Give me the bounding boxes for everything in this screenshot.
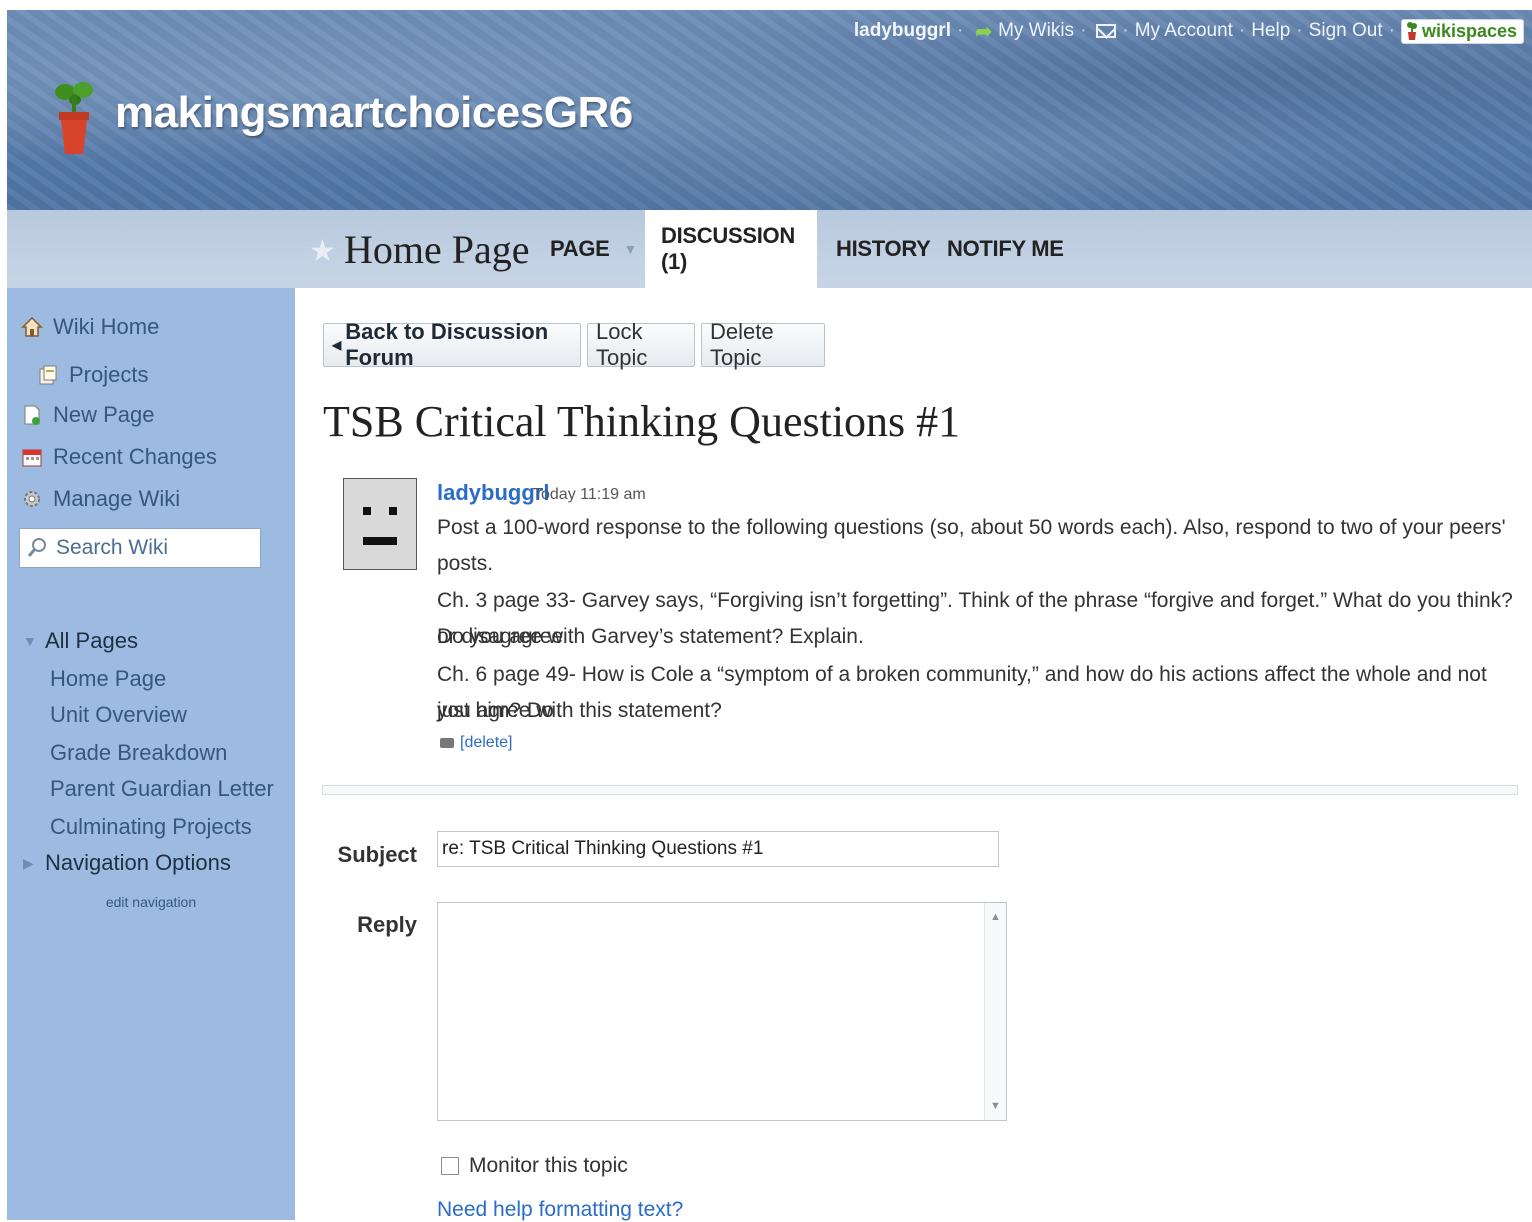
sidebar-item-recent-changes[interactable]: Recent Changes	[21, 444, 217, 470]
post-text-line: Post a 100-word response to the followin…	[437, 516, 1506, 575]
page-tab-bar: ★ Home Page PAGE ▼ DISCUSSION (1) HISTOR…	[7, 210, 1532, 288]
subject-field[interactable]	[437, 831, 999, 867]
post-text-line: or disagree with Garvey’s statement? Exp…	[437, 625, 864, 648]
topic-title: TSB Critical Thinking Questions #1	[323, 397, 961, 446]
triangle-down-icon: ▼	[23, 633, 37, 649]
separator: ·	[1296, 20, 1303, 41]
wikispaces-brand: wikispaces	[1421, 20, 1517, 41]
search-input[interactable]: Search Wiki	[19, 528, 261, 568]
sidebar-item-label: Projects	[69, 362, 149, 387]
sidebar-page-link[interactable]: Unit Overview	[50, 702, 187, 728]
back-to-forum-button[interactable]: ◀ Back to Discussion Forum	[323, 319, 581, 370]
star-icon[interactable]: ★	[309, 234, 336, 269]
post-delete-link[interactable]: [delete]	[460, 734, 512, 752]
page-title: Home Page	[344, 227, 530, 272]
reply-label: Reply	[357, 912, 417, 937]
sidebar-item-label: Recent Changes	[53, 444, 217, 469]
tab-page[interactable]: PAGE ▼	[534, 210, 653, 288]
monitor-topic-label: Monitor this topic	[469, 1154, 628, 1177]
separator: ·	[956, 20, 964, 41]
sidebar: Wiki Home Projects New Page Recent Chang…	[7, 288, 295, 1220]
sign-out-link[interactable]: Sign Out	[1309, 20, 1383, 42]
tab-notify-label: NOTIFY ME	[947, 236, 1064, 261]
search-placeholder: Search Wiki	[56, 536, 169, 559]
plant-icon	[1406, 22, 1417, 40]
site-header: ladybuggrl · ➦ My Wikis · · My Account ·…	[7, 10, 1532, 210]
separator: ·	[1238, 20, 1246, 41]
separator: ·	[1388, 20, 1395, 41]
caret-left-icon: ◀	[332, 338, 342, 352]
post-delete-row: [delete]	[440, 734, 512, 752]
delete-button-label: Delete Topic	[710, 319, 774, 370]
avatar-mouth	[363, 537, 397, 545]
site-plant-logo-icon	[55, 82, 93, 154]
tab-discussion-label: DISCUSSION (1)	[661, 223, 795, 274]
projects-icon	[37, 364, 59, 386]
sidebar-item-manage-wiki[interactable]: Manage Wiki	[21, 486, 180, 512]
my-account-link[interactable]: My Account	[1135, 20, 1233, 42]
monitor-topic-checkbox[interactable]	[441, 1157, 459, 1175]
sidebar-item-new-page[interactable]: New Page	[21, 402, 155, 428]
tab-history[interactable]: HISTORY	[820, 210, 946, 288]
help-link[interactable]: Help	[1251, 20, 1290, 42]
separator: ·	[1080, 20, 1087, 41]
sidebar-item-label: Manage Wiki	[53, 486, 181, 511]
triangle-right-icon: ▶	[23, 854, 34, 871]
sidebar-page-link[interactable]: Home Page	[50, 666, 166, 692]
search-icon	[27, 538, 46, 557]
divider	[322, 785, 1518, 795]
new-page-icon	[21, 404, 43, 426]
home-icon	[21, 316, 43, 338]
top-links: ladybuggrl · ➦ My Wikis · · My Account ·…	[854, 16, 1524, 46]
sidebar-page-link[interactable]: Parent Guardian Letter	[50, 776, 274, 802]
wikispaces-logo[interactable]: wikispaces	[1400, 18, 1524, 44]
edit-navigation-link[interactable]: edit navigation	[7, 894, 295, 910]
post-text-line: you agree with this statement?	[437, 699, 722, 722]
lock-topic-button[interactable]: Lock Topic	[587, 319, 695, 370]
sidebar-item-label: New Page	[53, 402, 155, 427]
calendar-icon	[21, 446, 43, 468]
avatar-eye	[363, 507, 371, 515]
sidebar-item-label: Wiki Home	[53, 314, 160, 339]
scroll-down-icon[interactable]: ▼	[990, 1100, 1001, 1112]
monitor-topic-row: Monitor this topic	[441, 1154, 628, 1178]
post-timestamp: Today 11:19 am	[533, 486, 646, 503]
lock-button-label: Lock Topic	[596, 319, 648, 370]
my-wikis-arrow-icon: ➦	[975, 20, 993, 43]
chevron-down-icon: ▼	[623, 241, 638, 257]
sidebar-item-wiki-home[interactable]: Wiki Home	[21, 314, 159, 340]
sidebar-page-link[interactable]: Culminating Projects	[50, 814, 252, 840]
navigation-options-toggle[interactable]: ▶ Navigation Options	[23, 850, 231, 876]
tab-page-label: PAGE	[550, 236, 610, 261]
my-wikis-link[interactable]: My Wikis	[998, 20, 1074, 42]
mail-icon[interactable]	[1096, 24, 1117, 38]
link-icon	[440, 738, 454, 748]
scroll-up-icon[interactable]: ▲	[990, 911, 1001, 923]
all-pages-label: All Pages	[45, 628, 138, 653]
tab-discussion[interactable]: DISCUSSION (1)	[645, 210, 817, 288]
avatar-eye	[389, 507, 397, 515]
site-title[interactable]: makingsmartchoicesGR6	[115, 88, 633, 138]
separator: ·	[1122, 20, 1129, 41]
all-pages-toggle[interactable]: ▼ All Pages	[23, 628, 138, 654]
formatting-help-link[interactable]: Need help formatting text?	[437, 1198, 683, 1222]
reply-textarea[interactable]: ▲ ▼	[437, 902, 1007, 1121]
sidebar-page-link[interactable]: Grade Breakdown	[50, 740, 227, 766]
tab-notify-me[interactable]: NOTIFY ME	[931, 210, 1080, 288]
navigation-options-label: Navigation Options	[45, 850, 231, 875]
username-link[interactable]: ladybuggrl	[854, 20, 951, 42]
subject-label: Subject	[337, 842, 417, 867]
avatar[interactable]	[343, 478, 417, 570]
tab-history-label: HISTORY	[836, 236, 931, 261]
gear-icon	[21, 488, 43, 510]
delete-topic-button[interactable]: Delete Topic	[701, 319, 825, 370]
back-button-label: Back to Discussion Forum	[345, 319, 549, 370]
sidebar-item-projects[interactable]: Projects	[37, 362, 148, 388]
reply-scrollbar[interactable]: ▲ ▼	[984, 903, 1006, 1120]
